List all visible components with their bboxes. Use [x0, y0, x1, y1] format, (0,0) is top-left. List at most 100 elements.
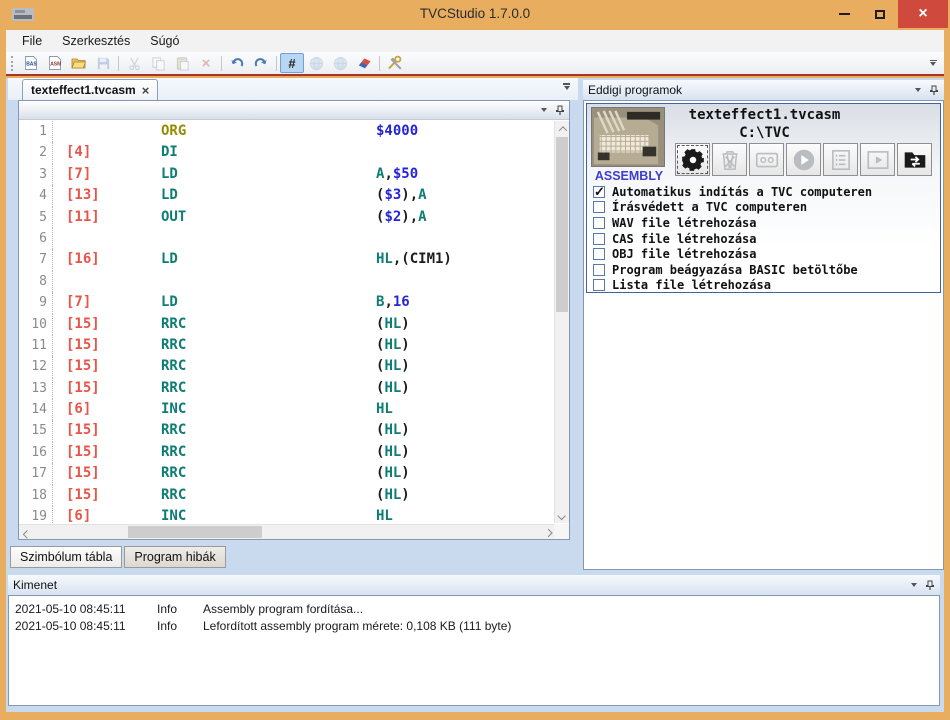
- copy-button[interactable]: [146, 53, 170, 73]
- code-line[interactable]: 16[15]RRC(HL): [20, 442, 553, 463]
- code-line[interactable]: 9[7]LDB,16: [20, 292, 553, 313]
- svg-text:ASM: ASM: [50, 62, 61, 68]
- code-line[interactable]: 4[13]LD($3),A: [20, 185, 553, 206]
- scroll-down-button[interactable]: [555, 508, 570, 523]
- operands: (HL): [376, 314, 410, 335]
- open-file-button[interactable]: [67, 53, 91, 73]
- program-item[interactable]: ASSEMBLY texteffect1.tvcasm C:\TVC Autom…: [586, 103, 941, 293]
- pin-icon[interactable]: [929, 85, 939, 96]
- symbol-table-button[interactable]: Szimbólum tábla: [10, 546, 122, 568]
- operand-plain: ),: [401, 187, 418, 203]
- code-line[interactable]: 8: [20, 271, 553, 292]
- build-settings-button[interactable]: [675, 143, 710, 176]
- save-file-button[interactable]: [91, 53, 115, 73]
- chevron-down-icon[interactable]: [541, 108, 547, 112]
- tab-texteffect1[interactable]: texteffect1.tvcasm ×: [22, 79, 158, 100]
- tab-overflow-button[interactable]: [563, 83, 570, 90]
- option-checkbox[interactable]: [593, 264, 605, 276]
- line-numbers-toggle[interactable]: #: [280, 53, 304, 73]
- close-button[interactable]: ×: [898, 0, 948, 28]
- mnemonic: LD: [161, 185, 178, 206]
- listing-button[interactable]: [823, 143, 858, 176]
- code-line[interactable]: 11[15]RRC(HL): [20, 335, 553, 356]
- line-number: 9: [20, 292, 53, 313]
- mnemonic: RRC: [161, 420, 186, 441]
- vertical-scrollbar[interactable]: [554, 121, 569, 523]
- scroll-up-button[interactable]: [555, 121, 570, 136]
- option-label: Program beágyazása BASIC betöltőbe: [612, 263, 858, 277]
- code-editor[interactable]: 1ORG$40002[4]DI3[7]LDA,$504[13]LD($3),A5…: [20, 121, 553, 523]
- chevron-left-icon: [22, 530, 30, 538]
- code-line[interactable]: 2[4]DI: [20, 142, 553, 163]
- tab-close-icon[interactable]: ×: [142, 84, 150, 97]
- code-line[interactable]: 13[15]RRC(HL): [20, 378, 553, 399]
- paste-button[interactable]: [170, 53, 194, 73]
- code-line[interactable]: 5[11]OUT($2),A: [20, 207, 553, 228]
- program-options: Automatikus indítás a TVC computerenÍrás…: [593, 184, 936, 293]
- pin-icon[interactable]: [555, 105, 565, 116]
- option-label: Automatikus indítás a TVC computeren: [612, 185, 872, 199]
- toolbar-overflow-button[interactable]: [926, 60, 940, 67]
- code-line[interactable]: 7[16]LDHL,(CIM1): [20, 249, 553, 270]
- play-button[interactable]: [860, 143, 895, 176]
- delete-button[interactable]: ×: [194, 53, 218, 73]
- redo-button[interactable]: [249, 53, 273, 73]
- toolbar-grip[interactable]: [11, 56, 16, 71]
- code-line[interactable]: 12[15]RRC(HL): [20, 356, 553, 377]
- code-line[interactable]: 15[15]RRC(HL): [20, 420, 553, 441]
- new-basic-file-button[interactable]: BAS: [19, 53, 43, 73]
- eraser-button[interactable]: [352, 53, 376, 73]
- code-line[interactable]: 17[15]RRC(HL): [20, 463, 553, 484]
- operands: (HL): [376, 335, 410, 356]
- chevron-down-icon[interactable]: [911, 583, 917, 587]
- overflow-bar-icon: [930, 60, 937, 62]
- run-circle-button[interactable]: [786, 143, 821, 176]
- menu-item-edit[interactable]: Szerkesztés: [52, 31, 140, 51]
- toolbar: BAS ASM × #: [6, 52, 944, 76]
- line-number: 19: [20, 506, 53, 523]
- eraser-icon: [357, 56, 372, 71]
- option-checkbox[interactable]: [593, 217, 605, 229]
- option-checkbox[interactable]: [593, 233, 605, 245]
- delete-program-button[interactable]: [712, 143, 747, 176]
- code-line[interactable]: 10[15]RRC(HL): [20, 314, 553, 335]
- option-row: WAV file létrehozása: [593, 215, 936, 231]
- chevron-down-icon[interactable]: [915, 88, 921, 92]
- option-checkbox[interactable]: [593, 279, 605, 291]
- vertical-scroll-thumb[interactable]: [556, 137, 568, 312]
- option-checkbox[interactable]: [593, 201, 605, 213]
- option-checkbox[interactable]: [593, 248, 605, 260]
- cut-button[interactable]: [122, 53, 146, 73]
- code-line[interactable]: 19[6]INCHL: [20, 506, 553, 523]
- sphere-button-2[interactable]: [328, 53, 352, 73]
- operand-register: HL: [376, 251, 393, 267]
- operand-register: HL: [384, 316, 401, 332]
- menu-item-help[interactable]: Súgó: [140, 31, 189, 51]
- settings-tools-button[interactable]: [383, 53, 407, 73]
- maximize-button[interactable]: [862, 0, 898, 28]
- new-assembly-file-button[interactable]: ASM: [43, 53, 67, 73]
- code-line[interactable]: 18[15]RRC(HL): [20, 485, 553, 506]
- chevron-up-icon: [558, 126, 566, 134]
- new-assembly-file-icon: ASM: [47, 55, 63, 71]
- code-line[interactable]: 1ORG$4000: [20, 121, 553, 142]
- program-errors-button[interactable]: Program hibák: [124, 546, 225, 568]
- cycle-count: [7]: [66, 292, 91, 313]
- cassette-button[interactable]: [749, 143, 784, 176]
- operand-register: HL: [384, 358, 401, 374]
- scroll-left-button[interactable]: [19, 525, 34, 540]
- option-checkbox[interactable]: [593, 186, 605, 198]
- undo-button[interactable]: [225, 53, 249, 73]
- code-line[interactable]: 14[6]INCHL: [20, 399, 553, 420]
- code-line[interactable]: 3[7]LDA,$50: [20, 164, 553, 185]
- pin-icon[interactable]: [925, 580, 935, 591]
- horizontal-scroll-thumb[interactable]: [128, 526, 262, 538]
- operand-plain: ): [401, 487, 409, 503]
- minimize-button[interactable]: [826, 0, 862, 28]
- horizontal-scrollbar[interactable]: [19, 524, 554, 539]
- export-folder-button[interactable]: [897, 143, 932, 176]
- menu-item-file[interactable]: File: [12, 31, 52, 51]
- code-line[interactable]: 6: [20, 228, 553, 249]
- sphere-button-1[interactable]: [304, 53, 328, 73]
- scroll-right-button[interactable]: [539, 525, 554, 540]
